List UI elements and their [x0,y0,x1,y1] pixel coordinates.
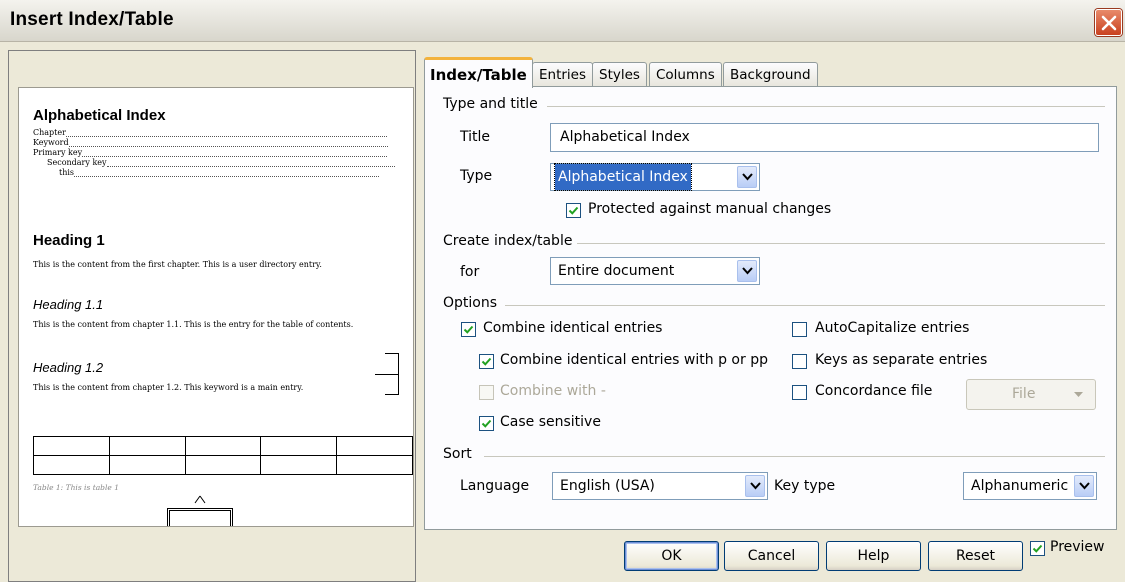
key-type-select-value: Alphanumeric [971,478,1069,494]
autocapitalize-checkbox[interactable] [792,322,807,337]
cancel-button[interactable]: Cancel [724,541,819,571]
combine-p-pp-checkbox[interactable] [479,354,494,369]
section-divider [484,456,1105,457]
chevron-down-icon [742,173,753,181]
language-label: Language [460,478,530,494]
key-type-label: Key type [774,478,836,494]
checkmark-icon [481,419,492,428]
preview-body-text: This is the content from chapter 1.1. Th… [33,320,354,329]
preview-table [33,436,413,475]
chevron-down-icon [1079,482,1090,490]
title-bar: Insert Index/Table [0,0,1125,42]
tab-index-table[interactable]: Index/Table [424,57,533,88]
close-icon [1101,15,1117,31]
combine-with-label: Combine with - [500,383,606,399]
protected-label: Protected against manual changes [588,201,832,217]
section-create-index: Create index/table [443,233,573,249]
file-button-label: File [1012,386,1036,402]
preview-checkbox[interactable] [1030,541,1045,556]
chevron-down-icon [1074,392,1083,397]
preview-heading-1-1: Heading 1.1 [33,297,104,312]
dropdown-button[interactable] [1074,475,1094,497]
concordance-checkbox[interactable] [792,385,807,400]
section-divider [505,305,1105,306]
section-divider [577,243,1105,244]
dropdown-button[interactable] [737,166,757,188]
preview-entry: this [59,168,413,177]
checkmark-icon [568,206,579,215]
tab-panel [424,86,1117,530]
keys-separate-checkbox[interactable] [792,354,807,369]
dropdown-button[interactable] [737,260,757,282]
for-select[interactable]: Entire document [550,257,760,285]
preview-body-text: This is the content from the first chapt… [33,260,322,269]
preview-heading-1: Heading 1 [33,232,105,249]
reset-button[interactable]: Reset [928,541,1023,571]
tab-entries[interactable]: Entries [532,62,594,88]
close-button[interactable] [1095,9,1122,36]
type-select-value: Alphabetical Index [554,163,692,191]
section-sort: Sort [443,446,472,462]
preview-table-caption: Table 1: This is table 1 [33,483,119,492]
section-divider [547,106,1105,107]
checkmark-icon [1032,544,1043,553]
concordance-label: Concordance file [815,383,933,399]
checkmark-icon [481,357,492,366]
combine-identical-checkbox[interactable] [461,322,476,337]
preview-entry: Chapter [33,128,388,137]
section-type-and-title: Type and title [443,96,538,112]
protected-checkbox[interactable] [566,203,581,218]
window-title: Insert Index/Table [10,9,174,30]
case-sensitive-checkbox[interactable] [479,416,494,431]
type-select[interactable]: Alphabetical Index [550,163,760,191]
combine-p-pp-label: Combine identical entries with p or pp [500,352,768,368]
preview-entry: Keyword [33,138,388,147]
tab-background[interactable]: Background [723,62,818,88]
preview-page: Alphabetical Index Chapter Keyword Prima… [18,87,414,527]
section-options: Options [443,295,498,311]
preview-label: Preview [1050,539,1105,555]
language-select-value: English (USA) [560,478,655,494]
preview-entry: Secondary key [47,158,402,167]
language-select[interactable]: English (USA) [552,472,768,500]
keys-separate-label: Keys as separate entries [815,352,988,368]
tab-columns[interactable]: Columns [649,62,722,88]
dropdown-button[interactable] [745,475,765,497]
ok-button[interactable]: OK [624,541,719,571]
combine-with-checkbox[interactable] [479,385,494,400]
for-select-value: Entire document [558,263,675,279]
preview-body-text: This is the content from chapter 1.2. Th… [33,383,304,392]
preview-index-title: Alphabetical Index [33,107,166,124]
file-button[interactable]: File [966,379,1096,410]
preview-heading-1-2: Heading 1.2 [33,360,104,375]
preview-frame-object [167,508,233,526]
chevron-down-icon [750,482,761,490]
anchor-icon [194,495,206,504]
title-input[interactable]: Alphabetical Index [550,123,1099,152]
tab-styles[interactable]: Styles [592,62,647,88]
combine-identical-label: Combine identical entries [483,320,663,336]
help-button[interactable]: Help [826,541,921,571]
checkmark-icon [463,325,474,334]
key-type-select[interactable]: Alphanumeric [963,472,1097,500]
preview-entry: Primary key [33,148,388,157]
title-label: Title [460,129,491,145]
chevron-down-icon [742,267,753,275]
autocapitalize-label: AutoCapitalize entries [815,320,970,336]
type-label: Type [460,168,493,184]
preview-bracket-line [375,374,399,375]
case-sensitive-label: Case sensitive [500,414,601,430]
for-label: for [460,264,480,280]
